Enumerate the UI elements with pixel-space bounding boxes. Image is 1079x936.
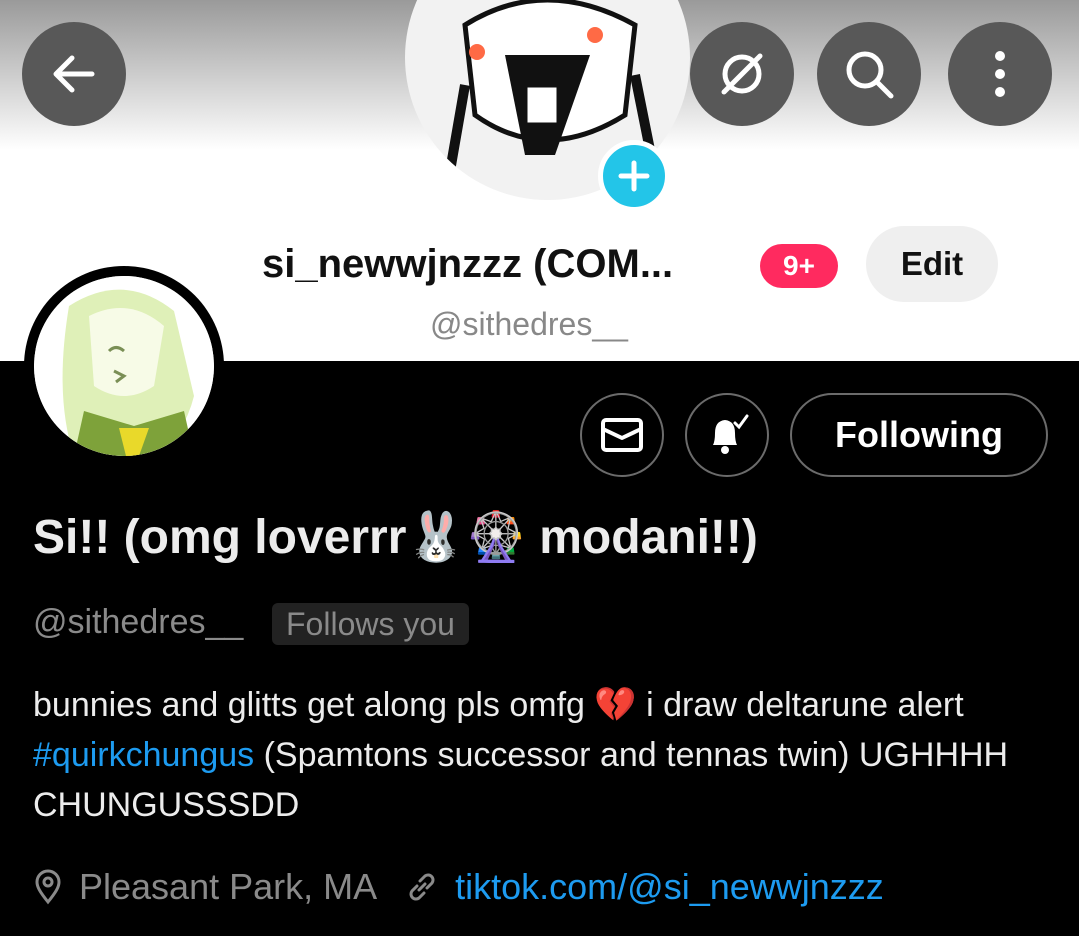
back-button[interactable] <box>22 22 126 126</box>
arrow-left-icon <box>53 55 95 93</box>
search-icon <box>846 51 894 99</box>
plus-icon <box>618 160 650 192</box>
profile-avatar-image <box>34 276 214 456</box>
eye-slash-icon <box>721 53 763 95</box>
profile-handle: @sithedres__ <box>33 603 244 641</box>
bell-check-icon <box>713 414 749 454</box>
display-name: Si!! (omg loverrr🐰🎡 modani!!) <box>33 511 758 564</box>
link-icon <box>409 873 435 901</box>
search-button[interactable] <box>817 22 921 126</box>
bio: bunnies and glitts get along pls omfg 💔 … <box>33 680 1043 830</box>
add-story-button[interactable] <box>598 140 670 212</box>
following-button[interactable]: Following <box>790 393 1048 477</box>
location-pin-icon <box>35 869 61 905</box>
profile-link[interactable]: tiktok.com/@si_newwjnzzz <box>455 866 884 908</box>
edit-button[interactable]: Edit <box>866 226 998 302</box>
profile-meta: Pleasant Park, MA tiktok.com/@si_newwjnz… <box>33 862 884 912</box>
location-text: Pleasant Park, MA <box>79 866 378 907</box>
envelope-icon <box>601 418 643 452</box>
hide-button[interactable] <box>690 22 794 126</box>
bio-text: bunnies and glitts get along pls omfg 💔 … <box>33 686 964 724</box>
notification-badge[interactable]: 9+ <box>760 244 838 288</box>
message-button[interactable] <box>580 393 664 477</box>
top-display-name: si_newwjnzzz (COM... <box>262 242 674 286</box>
more-options-button[interactable] <box>948 22 1052 126</box>
more-vertical-icon <box>995 51 1005 97</box>
follows-you-badge: Follows you <box>272 603 469 645</box>
profile-avatar[interactable] <box>24 266 224 466</box>
top-handle: @sithedres__ <box>430 306 628 342</box>
bio-hashtag[interactable]: #quirkchungus <box>33 736 254 774</box>
notifications-button[interactable] <box>685 393 769 477</box>
